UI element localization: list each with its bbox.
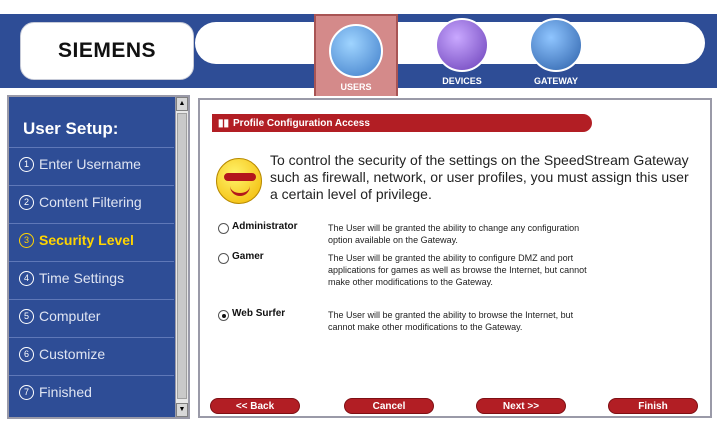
divider bbox=[9, 337, 174, 338]
step-label: Security Level bbox=[39, 232, 134, 248]
tab-devices-label: DEVICES bbox=[442, 76, 482, 86]
next-button[interactable]: Next >> bbox=[476, 398, 566, 414]
option-description: The User will be granted the ability to … bbox=[328, 310, 574, 332]
section-header: ▮▮ Profile Configuration Access bbox=[212, 114, 592, 132]
web-surfer-radio[interactable] bbox=[218, 310, 229, 321]
option-label: Gamer bbox=[232, 251, 264, 262]
gamer-radio[interactable] bbox=[218, 253, 229, 264]
administrator-radio[interactable] bbox=[218, 223, 229, 234]
scroll-up-arrow-icon[interactable]: ▲ bbox=[176, 97, 188, 111]
section-title: Profile Configuration Access bbox=[233, 117, 370, 129]
cancel-button[interactable]: Cancel bbox=[344, 398, 434, 414]
step-label: Enter Username bbox=[39, 156, 141, 172]
brand-logo: SIEMENS bbox=[20, 22, 194, 80]
divider bbox=[9, 147, 174, 148]
sidebar-step-computer[interactable]: 5 Computer bbox=[19, 305, 100, 327]
finish-button[interactable]: Finish bbox=[608, 398, 698, 414]
tab-devices[interactable]: DEVICES bbox=[420, 14, 504, 96]
option-label: Web Surfer bbox=[232, 308, 286, 319]
scroll-down-arrow-icon[interactable]: ▼ bbox=[176, 403, 188, 417]
smiley-sunglasses-icon bbox=[216, 158, 262, 204]
step-label: Time Settings bbox=[39, 270, 125, 286]
option-description: The User will be granted the ability to … bbox=[328, 253, 587, 287]
logo-text: SIEMENS bbox=[57, 39, 157, 62]
tab-gateway[interactable]: GATEWAY bbox=[514, 14, 598, 96]
divider bbox=[9, 375, 174, 376]
sidebar-step-security-level[interactable]: 3 Security Level bbox=[19, 229, 134, 251]
tab-users[interactable]: USERS bbox=[314, 14, 398, 96]
gateway-icon bbox=[529, 18, 583, 72]
step-label: Finished bbox=[39, 384, 92, 400]
divider bbox=[9, 185, 174, 186]
divider bbox=[9, 223, 174, 224]
bars-icon: ▮▮ bbox=[218, 117, 230, 129]
step-number: 1 bbox=[19, 156, 34, 172]
divider bbox=[9, 261, 174, 262]
step-label: Content Filtering bbox=[39, 194, 142, 210]
step-number: 2 bbox=[19, 194, 34, 210]
sidebar-step-content-filtering[interactable]: 2 Content Filtering bbox=[19, 191, 142, 213]
step-label: Computer bbox=[39, 308, 101, 324]
sidebar-title: User Setup: bbox=[23, 119, 119, 138]
sidebar: User Setup: 1 Enter Username 2 Content F… bbox=[7, 95, 190, 419]
sidebar-step-time-settings[interactable]: 4 Time Settings bbox=[19, 267, 124, 289]
option-label: Administrator bbox=[232, 221, 298, 232]
sidebar-step-finished[interactable]: 7 Finished bbox=[19, 381, 92, 403]
sidebar-scrollbar[interactable]: ▲ ▼ bbox=[175, 97, 188, 417]
main-panel: ▮▮ Profile Configuration Access To contr… bbox=[198, 98, 712, 418]
intro-text: To control the security of the settings … bbox=[270, 152, 689, 202]
sidebar-steps: User Setup: 1 Enter Username 2 Content F… bbox=[9, 97, 174, 417]
wizard-buttons: << Back Cancel Next >> Finish bbox=[200, 396, 710, 418]
step-number: 4 bbox=[19, 270, 34, 286]
devices-gear-icon bbox=[435, 18, 489, 72]
smile bbox=[230, 186, 250, 196]
sidebar-step-customize[interactable]: 6 Customize bbox=[19, 343, 105, 365]
step-number: 3 bbox=[19, 232, 34, 248]
sunglasses bbox=[224, 173, 256, 181]
users-icon bbox=[329, 24, 383, 78]
tab-gateway-label: GATEWAY bbox=[533, 76, 578, 86]
scroll-thumb[interactable] bbox=[177, 113, 187, 399]
step-number: 5 bbox=[19, 308, 34, 324]
option-description: The User will be granted the ability to … bbox=[328, 223, 580, 245]
divider bbox=[9, 299, 174, 300]
step-label: Customize bbox=[39, 346, 106, 362]
step-number: 7 bbox=[19, 384, 34, 400]
back-button[interactable]: << Back bbox=[210, 398, 300, 414]
header: SIEMENS USERS DEVICES GATEWAY bbox=[0, 0, 717, 96]
sidebar-step-enter-username[interactable]: 1 Enter Username bbox=[19, 153, 141, 175]
step-number: 6 bbox=[19, 346, 34, 362]
tab-users-label: USERS bbox=[340, 82, 372, 92]
